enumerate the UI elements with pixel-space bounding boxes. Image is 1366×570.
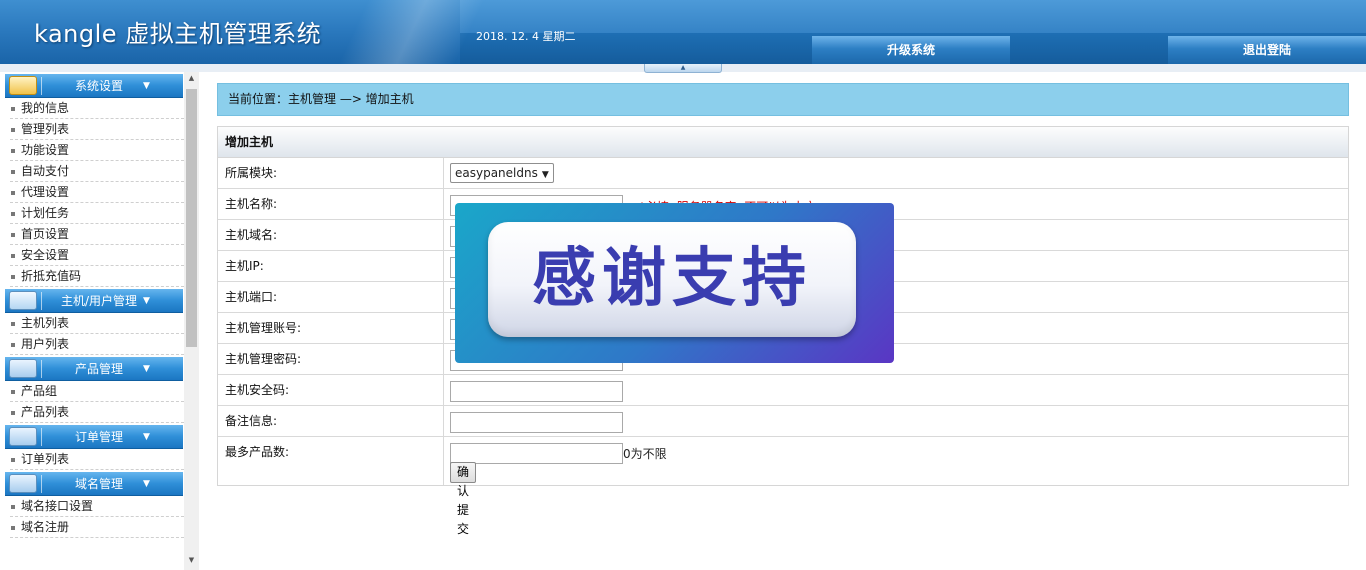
users-icon <box>9 291 37 310</box>
sidebar-item-label: 我的信息 <box>21 101 70 115</box>
sidebar-item-label: 安全设置 <box>21 248 70 262</box>
sidebar-item-label: 主机列表 <box>21 316 70 330</box>
sidebar-item[interactable]: 代理设置 <box>10 182 184 203</box>
group-header-divider <box>41 475 42 493</box>
sidebar-item[interactable]: 产品组 <box>10 381 184 402</box>
sidebar-group-label: 产品管理 <box>74 362 123 376</box>
chevron-down-icon: ▼ <box>143 81 150 91</box>
sidebar-item[interactable]: 首页设置 <box>10 224 184 245</box>
upgrade-system-button[interactable]: 升级系统 <box>812 36 1010 64</box>
sidebar-group-label: 订单管理 <box>74 430 123 444</box>
sidebar-item[interactable]: 管理列表 <box>10 119 184 140</box>
breadcrumb: 当前位置：主机管理 —> 增加主机 <box>217 83 1349 116</box>
form-row: 所属模块: easypaneldns ▼ <box>218 158 1348 189</box>
sidebar-item[interactable]: 用户列表 <box>10 334 184 355</box>
chevron-down-icon: ▼ <box>143 364 150 374</box>
sidebar-item[interactable]: 自动支付 <box>10 161 184 182</box>
sidebar-item-label: 域名注册 <box>21 520 70 534</box>
sidebar: 系统设置 ▼ 我的信息管理列表功能设置自动支付代理设置计划任务首页设置安全设置折抵充… <box>0 72 200 570</box>
form-row: 最多产品数: 0为不限 <box>218 437 1348 464</box>
dropdown-caret-icon: ▼ <box>541 170 549 180</box>
computer-icon <box>9 359 37 378</box>
sidebar-item-label: 折抵充值码 <box>21 269 82 283</box>
sidebar-item[interactable]: 我的信息 <box>10 98 184 119</box>
sidebar-item-label: 管理列表 <box>21 122 70 136</box>
sidebar-item[interactable]: 功能设置 <box>10 140 184 161</box>
computer-icon <box>9 474 37 493</box>
form-title: 增加主机 <box>218 127 1348 158</box>
sidebar-menu: 系统设置 ▼ 我的信息管理列表功能设置自动支付代理设置计划任务首页设置安全设置折抵充… <box>0 72 184 538</box>
app-logo: kangle 虚拟主机管理系统 <box>34 20 322 48</box>
sidebar-group-header[interactable]: 订单管理 ▼ <box>5 425 183 449</box>
text-input[interactable] <box>450 381 623 402</box>
sidebar-group-header[interactable]: 系统设置 ▼ <box>5 74 183 98</box>
group-header-divider <box>41 77 42 95</box>
sidebar-item-label: 用户列表 <box>21 337 70 351</box>
logout-button[interactable]: 退出登陆 <box>1168 36 1366 64</box>
sidebar-group-header[interactable]: 域名管理 ▼ <box>5 472 183 496</box>
sidebar-item-label: 产品组 <box>21 384 58 398</box>
chevron-down-icon: ▼ <box>143 296 150 306</box>
computer-icon <box>9 427 37 446</box>
form-row: 备注信息: <box>218 406 1348 437</box>
sidebar-item-label: 功能设置 <box>21 143 70 157</box>
group-header-divider <box>41 292 42 310</box>
field-label: 主机安全码: <box>218 375 444 405</box>
thanks-pill: 感谢支持 <box>488 222 856 337</box>
module-select[interactable]: easypaneldns ▼ <box>450 163 554 183</box>
field-hint: 0为不限 <box>623 447 667 461</box>
thanks-overlay-banner: 感谢支持 <box>455 203 894 363</box>
field-label: 备注信息: <box>218 406 444 436</box>
field-label: 所属模块: <box>218 158 444 188</box>
field-label: 主机端口: <box>218 282 444 312</box>
header-top-strip <box>460 0 1366 33</box>
sidebar-item-label: 首页设置 <box>21 227 70 241</box>
group-header-divider <box>41 428 42 446</box>
sidebar-group-label: 主机/用户管理 <box>60 294 138 308</box>
collapse-header-toggle[interactable]: ▲ <box>644 64 722 73</box>
sidebar-scrollbar[interactable]: ▲ ▼ <box>184 72 199 570</box>
field-label: 主机域名: <box>218 220 444 250</box>
sidebar-item-label: 订单列表 <box>21 452 70 466</box>
sidebar-item[interactable]: 折抵充值码 <box>10 266 184 287</box>
confirm-submit-button[interactable]: 确认提交 <box>450 462 477 536</box>
chevron-down-icon: ▼ <box>143 479 150 489</box>
field-label: 主机名称: <box>218 189 444 219</box>
scroll-down-arrow-icon[interactable]: ▼ <box>184 556 199 568</box>
thanks-text: 感谢支持 <box>532 242 812 316</box>
date-display: 2018. 12. 4 星期二 <box>476 30 576 43</box>
sidebar-item-label: 自动支付 <box>21 164 70 178</box>
module-select-value: easypaneldns <box>455 166 538 180</box>
sidebar-item[interactable]: 计划任务 <box>10 203 184 224</box>
sidebar-item-label: 代理设置 <box>21 185 70 199</box>
sidebar-group-label: 系统设置 <box>74 79 123 93</box>
scroll-up-arrow-icon[interactable]: ▲ <box>184 74 199 86</box>
submit-label-cell <box>218 461 444 485</box>
scroll-thumb[interactable] <box>186 89 197 347</box>
sidebar-item[interactable]: 安全设置 <box>10 245 184 266</box>
sidebar-group-header[interactable]: 产品管理 ▼ <box>5 357 183 381</box>
field-label: 最多产品数: <box>218 437 444 461</box>
text-input[interactable] <box>450 412 623 433</box>
top-header: kangle 虚拟主机管理系统 2018. 12. 4 星期二 升级系统 退出登… <box>0 0 1366 64</box>
field-label: 主机IP: <box>218 251 444 281</box>
form-row: 主机安全码: <box>218 375 1348 406</box>
sidebar-item-label: 计划任务 <box>21 206 70 220</box>
field-label: 主机管理账号: <box>218 313 444 343</box>
sidebar-group-label: 域名管理 <box>74 477 123 491</box>
sidebar-item-label: 产品列表 <box>21 405 70 419</box>
sidebar-group-header[interactable]: 主机/用户管理 ▼ <box>5 289 183 313</box>
sidebar-item[interactable]: 域名接口设置 <box>10 496 184 517</box>
chevron-down-icon: ▼ <box>143 432 150 442</box>
book-icon <box>9 76 37 95</box>
sidebar-item[interactable]: 订单列表 <box>10 449 184 470</box>
sidebar-item[interactable]: 域名注册 <box>10 517 184 538</box>
group-header-divider <box>41 360 42 378</box>
sidebar-item[interactable]: 产品列表 <box>10 402 184 423</box>
sidebar-item-label: 域名接口设置 <box>21 499 94 513</box>
form-submit-row: 确认提交 <box>218 461 1348 536</box>
sidebar-item[interactable]: 主机列表 <box>10 313 184 334</box>
field-label: 主机管理密码: <box>218 344 444 374</box>
